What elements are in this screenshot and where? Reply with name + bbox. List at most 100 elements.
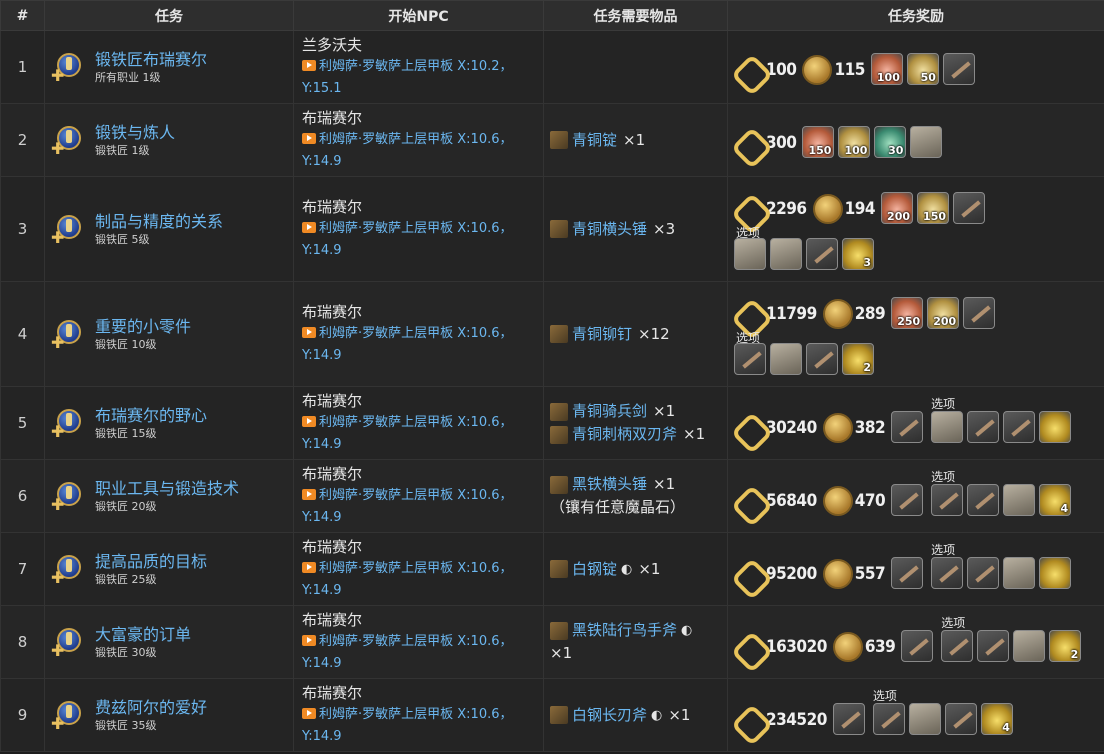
- location-y[interactable]: Y:14.9: [302, 507, 535, 529]
- item-name[interactable]: 青铜铆钉: [572, 323, 632, 346]
- npc-location[interactable]: 利姆萨·罗敏萨上层甲板 X:10.6，: [302, 558, 535, 580]
- location-text[interactable]: 利姆萨·罗敏萨上层甲板 X:10.6，: [319, 707, 513, 722]
- optional-reward-item[interactable]: [967, 484, 1000, 516]
- optional-reward-item[interactable]: [977, 630, 1010, 662]
- item-name[interactable]: 黑铁横头锤: [572, 473, 647, 496]
- reward-item[interactable]: [891, 411, 924, 443]
- optional-reward-item[interactable]: [944, 703, 977, 735]
- optional-reward-item[interactable]: [872, 703, 905, 735]
- reward-item[interactable]: 250: [891, 297, 924, 329]
- quest-name[interactable]: 锻铁与炼人: [95, 123, 175, 143]
- reward-item[interactable]: [901, 630, 934, 662]
- location-y[interactable]: Y:14.9: [302, 151, 535, 173]
- location-y[interactable]: Y:14.9: [302, 434, 535, 456]
- location-y[interactable]: Y:14.9: [302, 240, 535, 262]
- npc-location[interactable]: 利姆萨·罗敏萨上层甲板 X:10.6，: [302, 631, 535, 653]
- quest-name[interactable]: 费兹阿尔的爱好: [95, 698, 207, 718]
- location-text[interactable]: 利姆萨·罗敏萨上层甲板 X:10.6，: [319, 415, 513, 430]
- optional-reward-item[interactable]: [770, 343, 802, 375]
- location-y[interactable]: Y:14.9: [302, 653, 535, 675]
- quest-name[interactable]: 锻铁匠布瑞赛尔: [95, 50, 207, 70]
- header-quest[interactable]: 任务: [44, 0, 294, 31]
- required-item[interactable]: 黑铁横头锤 ×1: [550, 473, 721, 496]
- optional-reward-item[interactable]: 4: [1039, 484, 1072, 516]
- reward-item[interactable]: [942, 53, 975, 85]
- optional-reward-item[interactable]: [931, 484, 964, 516]
- header-num[interactable]: #: [0, 0, 45, 31]
- required-item[interactable]: 青铜骑兵剑 ×1: [550, 400, 721, 423]
- quest-name[interactable]: 职业工具与锻造技术: [95, 479, 239, 499]
- npc-location[interactable]: 利姆萨·罗敏萨上层甲板 X:10.6，: [302, 129, 535, 151]
- required-item[interactable]: 白钢长刃斧 ◐ ×1: [550, 704, 721, 727]
- optional-reward-item[interactable]: [734, 343, 766, 375]
- header-rewards[interactable]: 任务奖励: [727, 0, 1104, 31]
- item-name[interactable]: 青铜骑兵剑: [572, 400, 647, 423]
- optional-reward-item[interactable]: 4: [980, 703, 1013, 735]
- reward-item[interactable]: 150: [802, 126, 835, 158]
- npc-location[interactable]: 利姆萨·罗敏萨上层甲板 X:10.6，: [302, 323, 535, 345]
- reward-item[interactable]: 200: [881, 192, 914, 224]
- optional-reward-item[interactable]: 3: [842, 238, 874, 270]
- optional-reward-item[interactable]: [770, 238, 802, 270]
- quest-name[interactable]: 提高品质的目标: [95, 552, 207, 572]
- npc-location[interactable]: 利姆萨·罗敏萨上层甲板 X:10.6，: [302, 485, 535, 507]
- optional-reward-item[interactable]: [967, 557, 1000, 589]
- reward-item[interactable]: 200: [927, 297, 960, 329]
- header-items[interactable]: 任务需要物品: [543, 0, 728, 31]
- reward-item[interactable]: 30: [874, 126, 907, 158]
- quest-name[interactable]: 布瑞赛尔的野心: [95, 406, 207, 426]
- optional-reward-item[interactable]: [806, 238, 838, 270]
- reward-item[interactable]: 100: [838, 126, 871, 158]
- optional-reward-item[interactable]: [1013, 630, 1046, 662]
- optional-reward-item[interactable]: [1003, 557, 1036, 589]
- reward-item[interactable]: 50: [906, 53, 939, 85]
- location-text[interactable]: 利姆萨·罗敏萨上层甲板 X:10.2，: [319, 59, 513, 74]
- quest-name[interactable]: 重要的小零件: [95, 317, 191, 337]
- required-item[interactable]: 青铜锭 ×1: [550, 129, 721, 152]
- npc-location[interactable]: 利姆萨·罗敏萨上层甲板 X:10.6，: [302, 412, 535, 434]
- optional-reward-item[interactable]: 2: [842, 343, 874, 375]
- npc-location[interactable]: 利姆萨·罗敏萨上层甲板 X:10.2，: [302, 56, 535, 78]
- optional-reward-item[interactable]: [931, 411, 964, 443]
- location-y[interactable]: Y:14.9: [302, 726, 535, 748]
- location-y[interactable]: Y:14.9: [302, 345, 535, 367]
- optional-reward-item[interactable]: [941, 630, 974, 662]
- location-text[interactable]: 利姆萨·罗敏萨上层甲板 X:10.6，: [319, 488, 513, 503]
- location-text[interactable]: 利姆萨·罗敏萨上层甲板 X:10.6，: [319, 221, 513, 236]
- header-npc[interactable]: 开始NPC: [293, 0, 544, 31]
- reward-item[interactable]: [891, 557, 924, 589]
- required-item[interactable]: 黑铁陆行鸟手斧 ◐: [550, 619, 721, 642]
- location-y[interactable]: Y:15.1: [302, 78, 535, 100]
- location-text[interactable]: 利姆萨·罗敏萨上层甲板 X:10.6，: [319, 326, 513, 341]
- optional-reward-item[interactable]: [734, 238, 766, 270]
- optional-reward-item[interactable]: [908, 703, 941, 735]
- item-name[interactable]: 白钢锭: [572, 558, 617, 581]
- reward-item[interactable]: [891, 484, 924, 516]
- required-item[interactable]: 青铜刺柄双刃斧 ×1: [550, 423, 721, 446]
- quest-name[interactable]: 大富豪的订单: [95, 625, 191, 645]
- optional-reward-item[interactable]: [1003, 484, 1036, 516]
- optional-reward-item[interactable]: [1003, 411, 1036, 443]
- reward-item[interactable]: [910, 126, 943, 158]
- location-y[interactable]: Y:14.9: [302, 580, 535, 602]
- item-name[interactable]: 黑铁陆行鸟手斧: [572, 619, 677, 642]
- reward-item[interactable]: [953, 192, 986, 224]
- item-name[interactable]: 青铜锭: [572, 129, 617, 152]
- reward-item[interactable]: [963, 297, 996, 329]
- location-text[interactable]: 利姆萨·罗敏萨上层甲板 X:10.6，: [319, 132, 513, 147]
- optional-reward-item[interactable]: [1039, 411, 1072, 443]
- optional-reward-item[interactable]: [967, 411, 1000, 443]
- required-item[interactable]: 青铜铆钉 ×12: [550, 323, 721, 346]
- quest-name[interactable]: 制品与精度的关系: [95, 212, 223, 232]
- npc-location[interactable]: 利姆萨·罗敏萨上层甲板 X:10.6，: [302, 704, 535, 726]
- item-name[interactable]: 青铜刺柄双刃斧: [572, 423, 677, 446]
- location-text[interactable]: 利姆萨·罗敏萨上层甲板 X:10.6，: [319, 561, 513, 576]
- optional-reward-item[interactable]: 2: [1049, 630, 1082, 662]
- reward-item[interactable]: 150: [917, 192, 950, 224]
- optional-reward-item[interactable]: [806, 343, 838, 375]
- required-item[interactable]: 白钢锭 ◐ ×1: [550, 558, 721, 581]
- optional-reward-item[interactable]: [1039, 557, 1072, 589]
- reward-item[interactable]: 100: [870, 53, 903, 85]
- item-name[interactable]: 青铜横头锤: [572, 218, 647, 241]
- optional-reward-item[interactable]: [931, 557, 964, 589]
